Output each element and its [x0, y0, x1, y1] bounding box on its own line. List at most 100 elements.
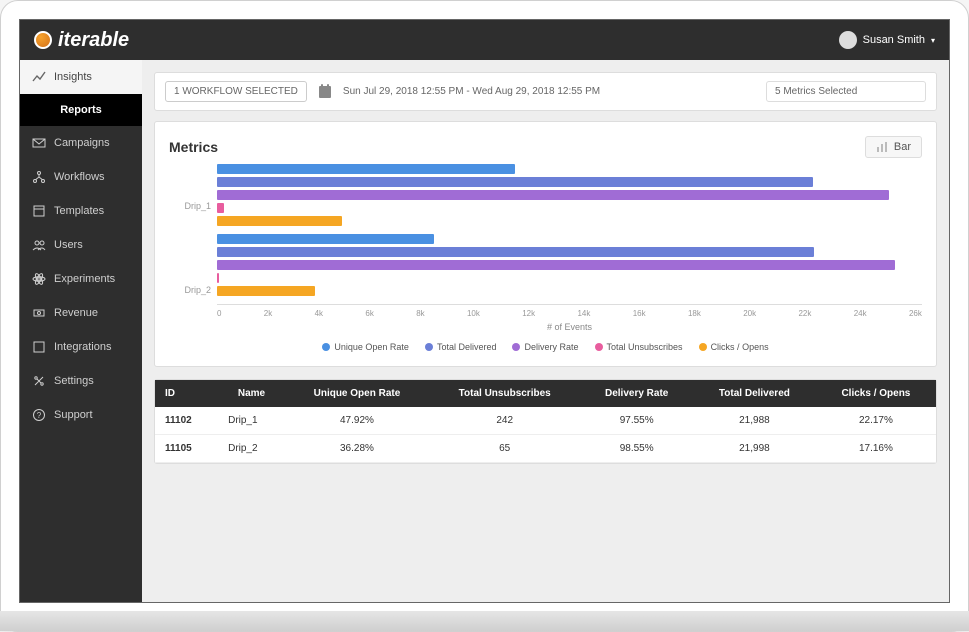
sidebar-item-revenue[interactable]: Revenue: [20, 296, 142, 330]
chart-bar[interactable]: [217, 286, 315, 296]
table-cell: 17.16%: [816, 435, 936, 463]
chart-x-tick: 4k: [315, 309, 323, 318]
legend-item[interactable]: Clicks / Opens: [699, 342, 769, 352]
legend-dot-icon: [425, 343, 433, 351]
user-name: Susan Smith: [863, 34, 925, 46]
revenue-icon: [32, 306, 46, 320]
chart-bar[interactable]: [217, 216, 342, 226]
chart-x-tick: 12k: [522, 309, 535, 318]
metrics-filter-select[interactable]: 5 Metrics Selected: [766, 81, 926, 102]
sidebar-label: Campaigns: [54, 137, 110, 149]
metrics-card: Metrics Bar Drip_1 Drip_2 02k4k6k8k10k1: [154, 121, 937, 367]
table-cell: 36.28%: [285, 435, 429, 463]
sidebar-item-users[interactable]: Users: [20, 228, 142, 262]
chart-bar[interactable]: [217, 177, 813, 187]
legend-label: Unique Open Rate: [334, 342, 409, 352]
table-cell: 11105: [155, 435, 218, 463]
workflow-filter-pill[interactable]: 1 WORKFLOW SELECTED: [165, 81, 307, 102]
sidebar-label: Settings: [54, 375, 94, 387]
table-cell: 11102: [155, 407, 218, 435]
chart-x-tick: 18k: [688, 309, 701, 318]
svg-text:?: ?: [37, 411, 42, 420]
legend-item[interactable]: Delivery Rate: [512, 342, 578, 352]
sidebar-label: Templates: [54, 205, 104, 217]
sidebar-item-reports[interactable]: Reports: [20, 94, 142, 126]
legend-label: Total Unsubscribes: [607, 342, 683, 352]
workflows-icon: [32, 170, 46, 184]
users-icon: [32, 238, 46, 252]
chart-x-tick: 20k: [743, 309, 756, 318]
sidebar-item-support[interactable]: ? Support: [20, 398, 142, 432]
sidebar-item-workflows[interactable]: Workflows: [20, 160, 142, 194]
logo-badge-icon: [34, 31, 52, 49]
brand-logo[interactable]: iterable: [34, 29, 129, 52]
chart-x-tick: 2k: [264, 309, 272, 318]
sidebar-item-settings[interactable]: Settings: [20, 364, 142, 398]
chart-bar[interactable]: [217, 190, 889, 200]
chart-bar[interactable]: [217, 247, 814, 257]
chart-x-axis-label: # of Events: [217, 322, 922, 332]
table-header[interactable]: Name: [218, 380, 285, 407]
table-header[interactable]: Delivery Rate: [580, 380, 693, 407]
chart-legend: Unique Open Rate Total Delivered Delivery …: [169, 342, 922, 352]
chart-x-tick: 6k: [365, 309, 373, 318]
table-header[interactable]: Total Unsubscribes: [429, 380, 580, 407]
experiments-icon: [32, 272, 46, 286]
legend-dot-icon: [595, 343, 603, 351]
table-cell: Drip_1: [218, 407, 285, 435]
chart-x-tick: 0: [217, 309, 221, 318]
table-cell: 98.55%: [580, 435, 693, 463]
sidebar-item-experiments[interactable]: Experiments: [20, 262, 142, 296]
chart-x-tick: 22k: [798, 309, 811, 318]
sidebar-label: Insights: [54, 71, 92, 83]
date-range-text[interactable]: Sun Jul 29, 2018 12:55 PM - Wed Aug 29, …: [343, 86, 754, 97]
legend-item[interactable]: Total Delivered: [425, 342, 497, 352]
table-row[interactable]: 11105Drip_236.28%6598.55%21,99817.16%: [155, 435, 936, 463]
table-header[interactable]: Total Delivered: [693, 380, 816, 407]
table-header[interactable]: Clicks / Opens: [816, 380, 936, 407]
insights-icon: [32, 70, 46, 84]
sidebar-item-campaigns[interactable]: Campaigns: [20, 126, 142, 160]
chart-type-button[interactable]: Bar: [865, 136, 922, 158]
chart-x-tick: 14k: [577, 309, 590, 318]
table-header[interactable]: Unique Open Rate: [285, 380, 429, 407]
legend-item[interactable]: Unique Open Rate: [322, 342, 409, 352]
legend-dot-icon: [322, 343, 330, 351]
sidebar-item-templates[interactable]: Templates: [20, 194, 142, 228]
legend-item[interactable]: Total Unsubscribes: [595, 342, 683, 352]
chart-bar[interactable]: [217, 203, 224, 213]
metrics-chart: Drip_1 Drip_2 02k4k6k8k10k12k14k16k18k20…: [169, 164, 922, 332]
bar-chart-icon: [876, 141, 888, 153]
chart-bar[interactable]: [217, 273, 219, 283]
chart-group-drip2: [217, 234, 922, 296]
sidebar-item-integrations[interactable]: Integrations: [20, 330, 142, 364]
support-icon: ?: [32, 408, 46, 422]
table-cell: 21,988: [693, 407, 816, 435]
sidebar-label: Reports: [60, 104, 102, 116]
chart-x-tick: 24k: [854, 309, 867, 318]
chart-type-label: Bar: [894, 141, 911, 153]
table-cell: 242: [429, 407, 580, 435]
chart-bar[interactable]: [217, 234, 434, 244]
avatar-icon: [839, 31, 857, 49]
sidebar-label: Revenue: [54, 307, 98, 319]
chart-x-tick: 8k: [416, 309, 424, 318]
calendar-icon[interactable]: [319, 86, 331, 98]
user-menu[interactable]: Susan Smith ▾: [839, 31, 935, 49]
main-content: 1 WORKFLOW SELECTED Sun Jul 29, 2018 12:…: [142, 60, 949, 602]
sidebar-label: Support: [54, 409, 93, 421]
sidebar-label: Integrations: [54, 341, 111, 353]
table-cell: 22.17%: [816, 407, 936, 435]
metrics-card-title: Metrics: [169, 139, 218, 155]
chart-bar[interactable]: [217, 260, 895, 270]
settings-icon: [32, 374, 46, 388]
data-table-card: IDNameUnique Open RateTotal Unsubscribes…: [154, 379, 937, 464]
table-row[interactable]: 11102Drip_147.92%24297.55%21,98822.17%: [155, 407, 936, 435]
table-cell: 97.55%: [580, 407, 693, 435]
sidebar-item-insights[interactable]: Insights: [20, 60, 142, 94]
chart-x-axis: 02k4k6k8k10k12k14k16k18k20k22k24k26k: [217, 304, 922, 318]
sidebar-label: Workflows: [54, 171, 105, 183]
chart-x-tick: 16k: [633, 309, 646, 318]
table-header[interactable]: ID: [155, 380, 218, 407]
chart-bar[interactable]: [217, 164, 515, 174]
